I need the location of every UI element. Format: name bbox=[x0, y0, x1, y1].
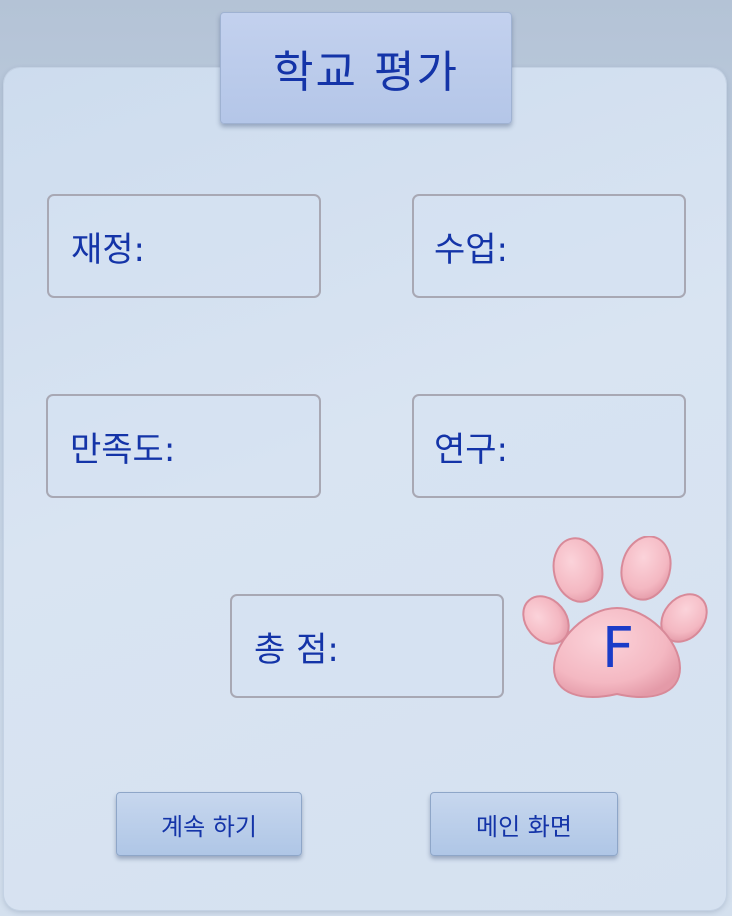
research-label: 연구: bbox=[434, 429, 509, 470]
page-title: 학교 평가 bbox=[273, 47, 459, 98]
research-field: 연구: bbox=[412, 394, 686, 498]
finance-label: 재정: bbox=[71, 229, 146, 270]
teaching-field: 수업: bbox=[412, 194, 686, 298]
total-score-field: 총 점: bbox=[230, 594, 504, 698]
satisfaction-label: 만족도: bbox=[70, 429, 176, 470]
title-tab: 학교 평가 bbox=[220, 12, 512, 124]
total-score-label: 총 점: bbox=[254, 629, 339, 670]
continue-button[interactable]: 계속 하기 bbox=[116, 792, 302, 856]
main-menu-button[interactable]: 메인 화면 bbox=[430, 792, 618, 856]
finance-field: 재정: bbox=[47, 194, 321, 298]
grade-letter: F bbox=[601, 616, 635, 681]
satisfaction-field: 만족도: bbox=[46, 394, 321, 498]
teaching-label: 수업: bbox=[434, 229, 509, 270]
